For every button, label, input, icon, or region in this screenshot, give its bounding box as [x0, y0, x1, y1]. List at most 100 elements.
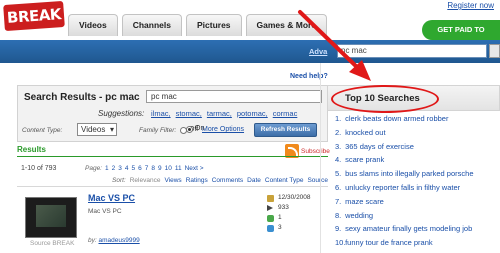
- top-search-item[interactable]: 5. bus slams into illegally parked porsc…: [335, 167, 474, 181]
- sort-label: Sort:: [112, 177, 126, 184]
- top-search-link[interactable]: bus slams into illegally parked porsche: [345, 169, 473, 178]
- top-search-link[interactable]: unlucky reporter falls in filthy water: [345, 183, 460, 192]
- thumbs-up-icon: [267, 215, 274, 222]
- rank-number: 1.: [335, 114, 342, 123]
- by-label: by:: [88, 237, 97, 244]
- highlight-circle: [331, 85, 439, 113]
- video-title-link[interactable]: Mac VS PC: [88, 193, 135, 203]
- results-count: 1-10 of 793: [21, 165, 57, 172]
- suggestion-link[interactable]: stomac,: [176, 109, 202, 118]
- tab-games-more[interactable]: Games & More: [245, 14, 328, 36]
- sort-bar: Sort: Relevance Views Ratings Comments D…: [112, 177, 328, 184]
- tab-pictures[interactable]: Pictures: [185, 14, 242, 36]
- more-options-link[interactable]: More Options: [202, 126, 244, 133]
- top-search-link[interactable]: sexy amateur finally gets modeling job: [345, 224, 472, 233]
- top-search-link[interactable]: 365 days of exercise: [345, 142, 414, 151]
- sort-current: Relevance: [129, 177, 161, 184]
- video-comments: 3: [278, 224, 282, 231]
- top-search-link[interactable]: maze scare: [345, 197, 384, 206]
- comment-icon: [267, 225, 274, 232]
- search-results-panel: Search Results - pc mac pc mac Suggestio…: [17, 85, 328, 142]
- page-link[interactable]: 3: [118, 165, 122, 172]
- page-link[interactable]: 7: [145, 165, 149, 172]
- rank-number: 4.: [335, 155, 342, 165]
- page-link[interactable]: 9: [158, 165, 162, 172]
- subscribe-link[interactable]: Subscribe: [301, 148, 330, 155]
- suggestion-link[interactable]: tarmac,: [207, 109, 232, 118]
- need-help-link[interactable]: Need help?: [290, 73, 328, 80]
- top-search-item[interactable]: 2. knocked out: [335, 126, 474, 140]
- page-link[interactable]: 2: [112, 165, 116, 172]
- play-icon: [267, 205, 273, 211]
- advanced-search-link[interactable]: Adva: [309, 47, 327, 56]
- filter-on-radio[interactable]: [186, 126, 193, 133]
- search-bar: Adva pc mac: [0, 40, 500, 63]
- page-label: Page:: [85, 165, 102, 172]
- site-search-button[interactable]: [489, 44, 500, 58]
- video-date: 12/30/2008: [278, 194, 311, 201]
- video-thumbnail[interactable]: [25, 197, 77, 238]
- tab-channels[interactable]: Channels: [121, 14, 182, 36]
- rank-number: 8.: [335, 210, 342, 220]
- next-page-link[interactable]: Next >: [185, 165, 204, 172]
- page-link[interactable]: 8: [151, 165, 155, 172]
- tab-videos[interactable]: Videos: [68, 14, 118, 36]
- rank-number: 6.: [335, 182, 342, 192]
- suggestion-link[interactable]: ilmac,: [151, 109, 171, 118]
- top-search-item[interactable]: 6. unlucky reporter falls in filthy wate…: [335, 181, 474, 195]
- page-link[interactable]: 5: [132, 165, 136, 172]
- sort-option-ratings[interactable]: Ratings: [186, 177, 208, 184]
- content-type-select[interactable]: Videos: [77, 123, 117, 136]
- top-search-item[interactable]: 7. maze scare: [335, 195, 474, 209]
- video-description: Mac VS PC: [88, 208, 122, 215]
- top-search-item[interactable]: 8. wedding: [335, 209, 474, 223]
- top-search-item[interactable]: 4. scare prank: [335, 153, 474, 167]
- top-search-link[interactable]: scare prank: [345, 155, 384, 164]
- upload-button[interactable]: GET PAID TO UPLOAD: [422, 20, 500, 54]
- top-search-link[interactable]: knocked out: [345, 128, 385, 137]
- sort-option-comments[interactable]: Comments: [212, 177, 243, 184]
- sort-option-content-type[interactable]: Content Type: [265, 177, 304, 184]
- page-link[interactable]: 6: [138, 165, 142, 172]
- top-search-link[interactable]: wedding: [345, 211, 373, 220]
- rank-number: 9.: [335, 224, 342, 234]
- rank-number: 3.: [335, 141, 342, 151]
- site-search-input[interactable]: pc mac: [337, 44, 487, 58]
- rank-number: 10.: [335, 238, 346, 248]
- author-link[interactable]: amadeus9999: [98, 237, 139, 244]
- top-searches-list: 1. clerk beats down armed robber 2. knoc…: [335, 112, 474, 250]
- video-thumbs: 1: [278, 214, 282, 221]
- rank-number: 2.: [335, 127, 342, 137]
- main-nav: Videos Channels Pictures Games & More: [68, 14, 328, 36]
- sort-option-date[interactable]: Date: [247, 177, 261, 184]
- page-link[interactable]: 4: [125, 165, 129, 172]
- top-search-item[interactable]: 3. 365 days of exercise: [335, 140, 474, 154]
- page-link[interactable]: 1: [105, 165, 109, 172]
- top-searches-panel: Top 10 Searches 1. clerk beats down arme…: [327, 77, 500, 253]
- top-search-item[interactable]: 10. funny tour de france prank: [335, 236, 474, 250]
- suggestion-link[interactable]: potomac,: [237, 109, 268, 118]
- suggestions-list: ilmac, stomac, tarmac, potomac, cormac: [151, 109, 297, 118]
- top-search-item[interactable]: 9. sexy amateur finally gets modeling jo…: [335, 222, 474, 236]
- page-link[interactable]: 11: [175, 165, 182, 172]
- column-divider: [320, 63, 321, 253]
- register-link[interactable]: Register now: [447, 1, 494, 10]
- suggestions-label: Suggestions:: [98, 109, 145, 118]
- video-views: 933: [278, 204, 289, 211]
- results-heading: Results: [17, 145, 46, 154]
- rank-number: 7.: [335, 196, 342, 206]
- results-search-input[interactable]: pc mac: [146, 90, 322, 103]
- top-search-link[interactable]: clerk beats down armed robber: [345, 114, 448, 123]
- search-results-title: Search Results - pc mac: [24, 92, 140, 103]
- break-logo[interactable]: BREAK: [3, 0, 65, 32]
- video-source: Source BREAK: [30, 240, 75, 247]
- refresh-results-button[interactable]: Refresh Results: [254, 123, 317, 137]
- divider: [17, 156, 328, 157]
- sort-option-source[interactable]: Source: [307, 177, 328, 184]
- rank-number: 5.: [335, 169, 342, 179]
- top-search-link[interactable]: funny tour de france prank: [345, 238, 433, 247]
- top-search-item[interactable]: 1. clerk beats down armed robber: [335, 112, 474, 126]
- suggestion-link[interactable]: cormac: [273, 109, 298, 118]
- page-link[interactable]: 10: [165, 165, 172, 172]
- sort-option-views[interactable]: Views: [164, 177, 181, 184]
